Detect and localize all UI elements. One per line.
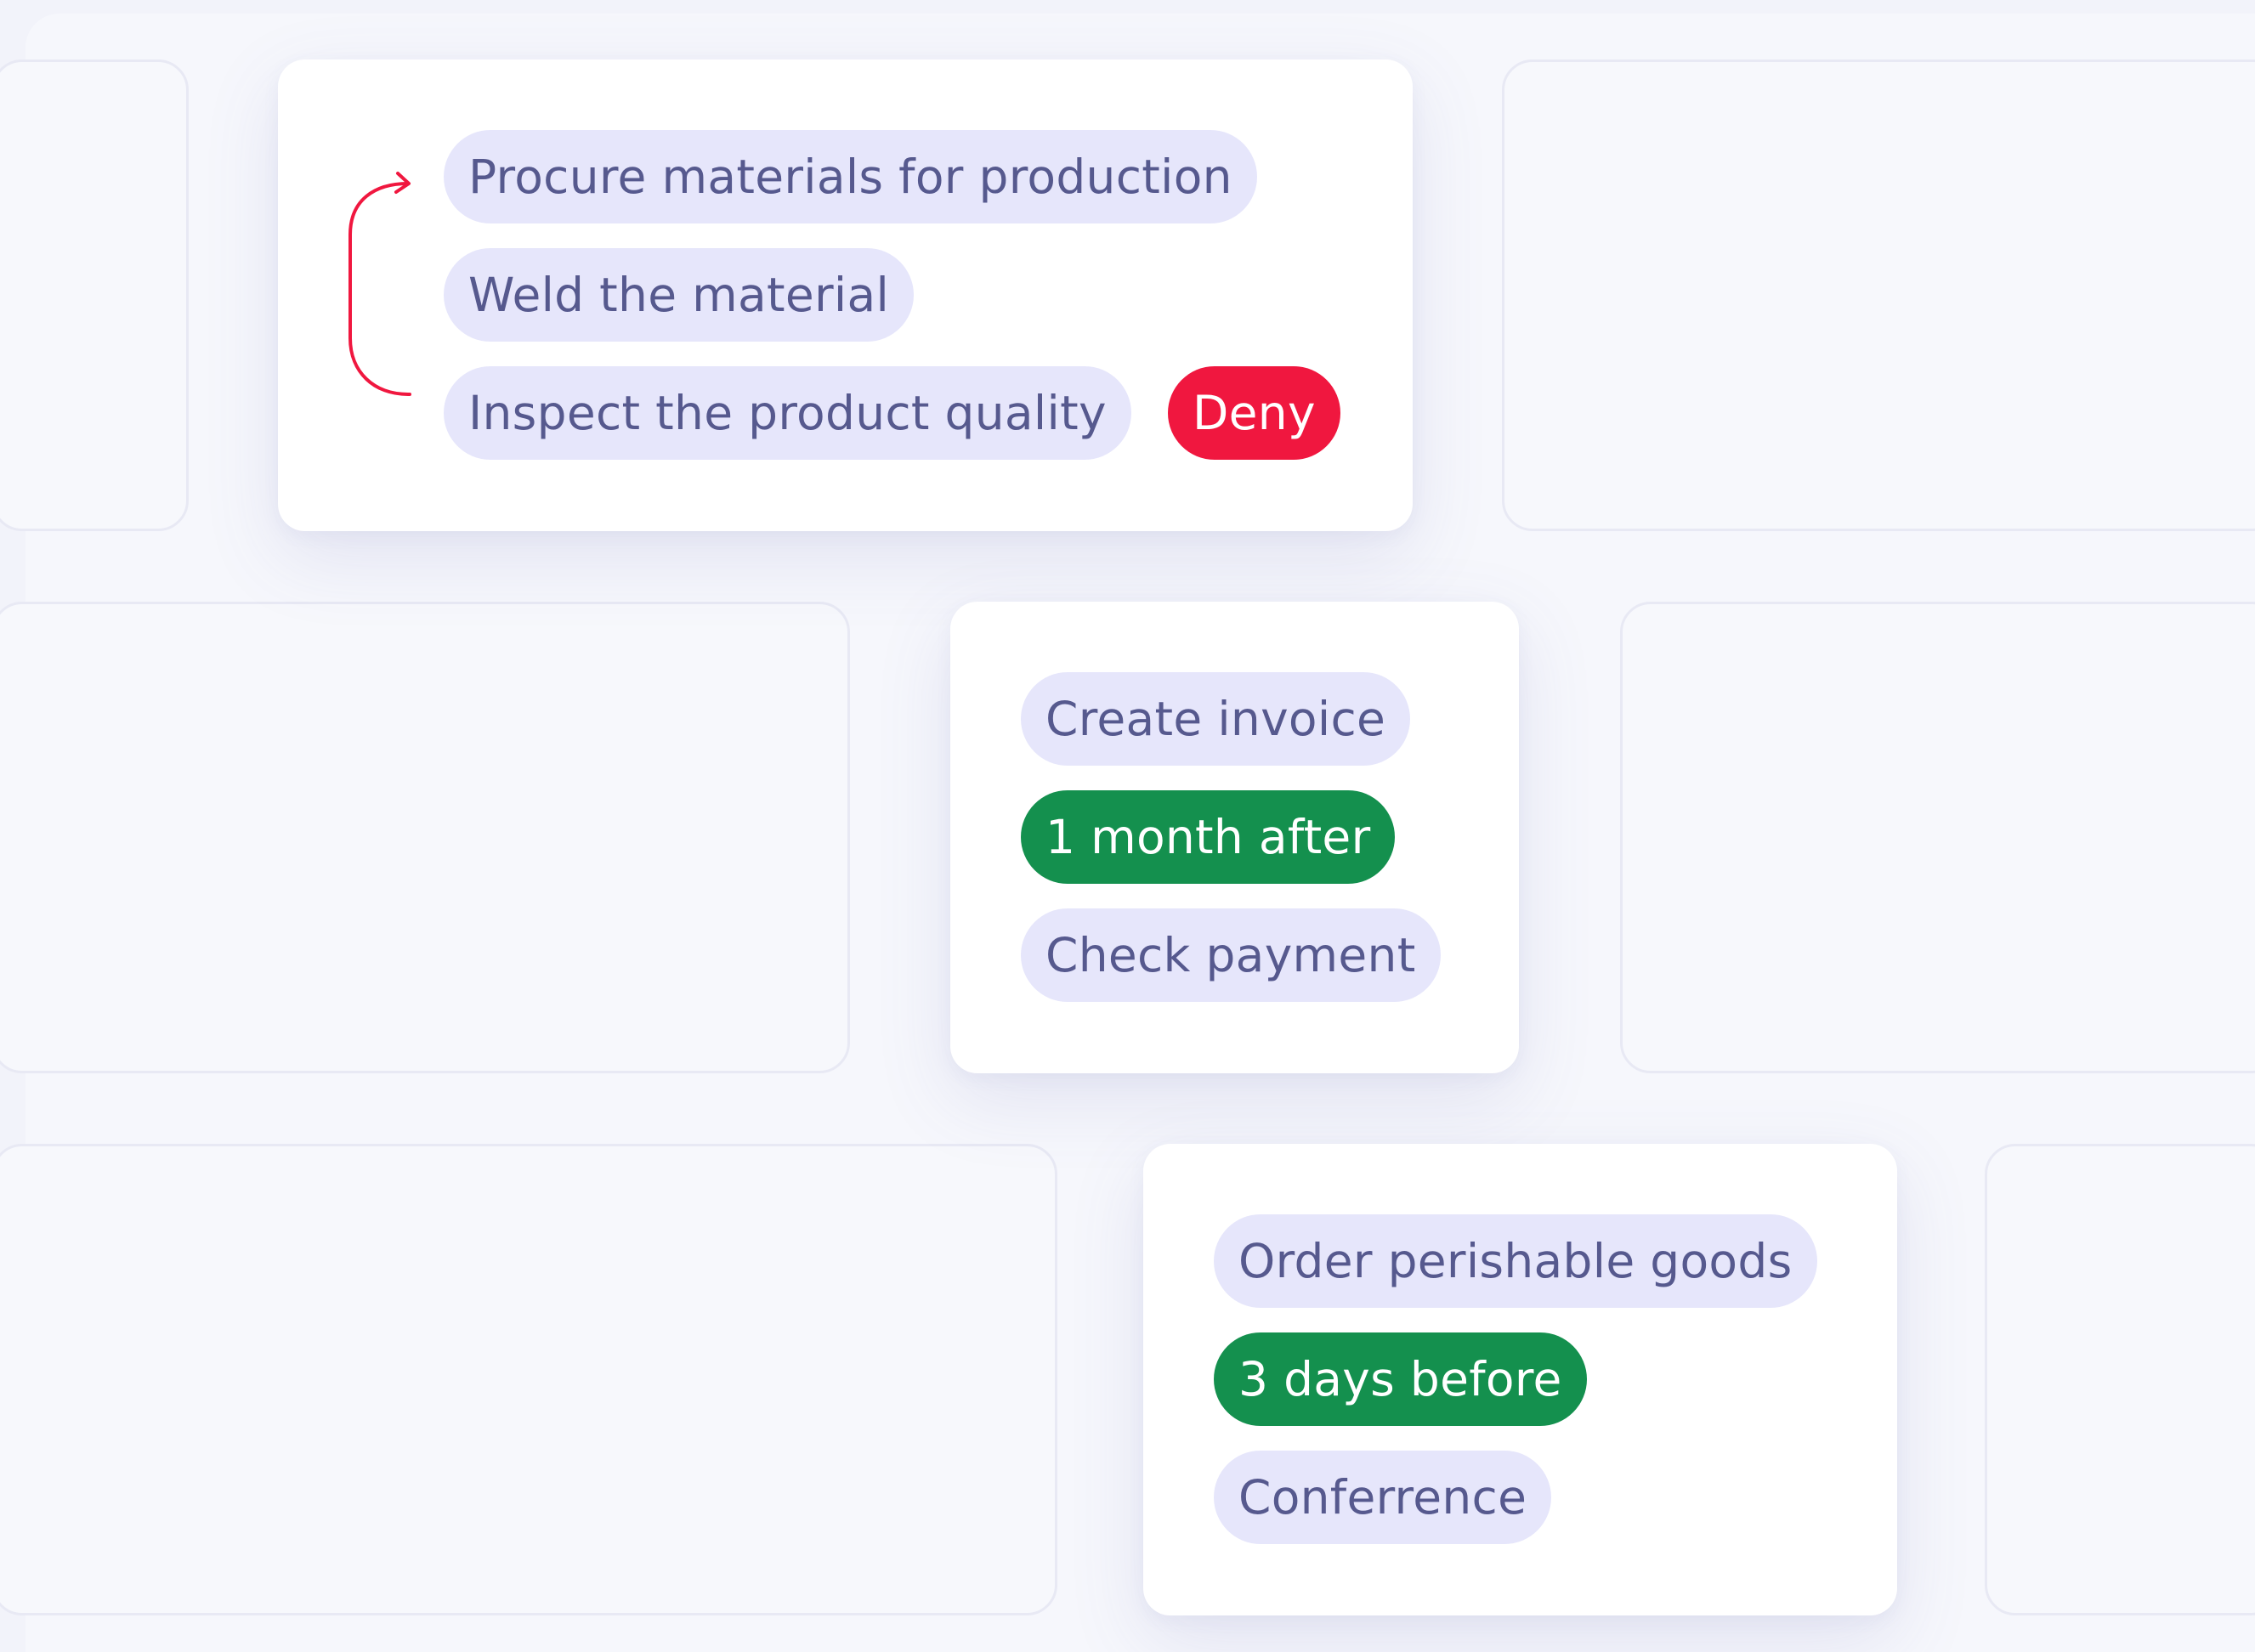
placeholder-card <box>0 1144 1057 1615</box>
process-card-manufacturing[interactable]: Procure materials for production Weld th… <box>278 59 1413 531</box>
task-pill[interactable]: Weld the material <box>444 248 915 342</box>
delay-badge[interactable]: 3 days before <box>1214 1332 1587 1426</box>
return-arrow-icon <box>348 172 411 396</box>
task-pill[interactable]: Create invoice <box>1021 672 1411 766</box>
task-pill[interactable]: Check payment <box>1021 908 1441 1002</box>
process-card-ordering[interactable]: Order perishable goods 3 days before Con… <box>1143 1144 1897 1615</box>
task-pill[interactable]: Procure materials for production <box>444 130 1257 223</box>
task-pill[interactable]: Conferrence <box>1214 1451 1552 1544</box>
placeholder-card <box>0 602 850 1073</box>
deny-badge[interactable]: Deny <box>1168 366 1340 460</box>
placeholder-card <box>0 59 189 531</box>
task-pill[interactable]: Order perishable goods <box>1214 1214 1817 1308</box>
delay-badge[interactable]: 1 month after <box>1021 790 1396 884</box>
placeholder-card <box>1502 59 2255 531</box>
process-card-invoicing[interactable]: Create invoice 1 month after Check payme… <box>950 602 1519 1073</box>
task-pill[interactable]: Inspect the product quality <box>444 366 1131 460</box>
placeholder-card <box>1620 602 2255 1073</box>
placeholder-card <box>1985 1144 2255 1615</box>
